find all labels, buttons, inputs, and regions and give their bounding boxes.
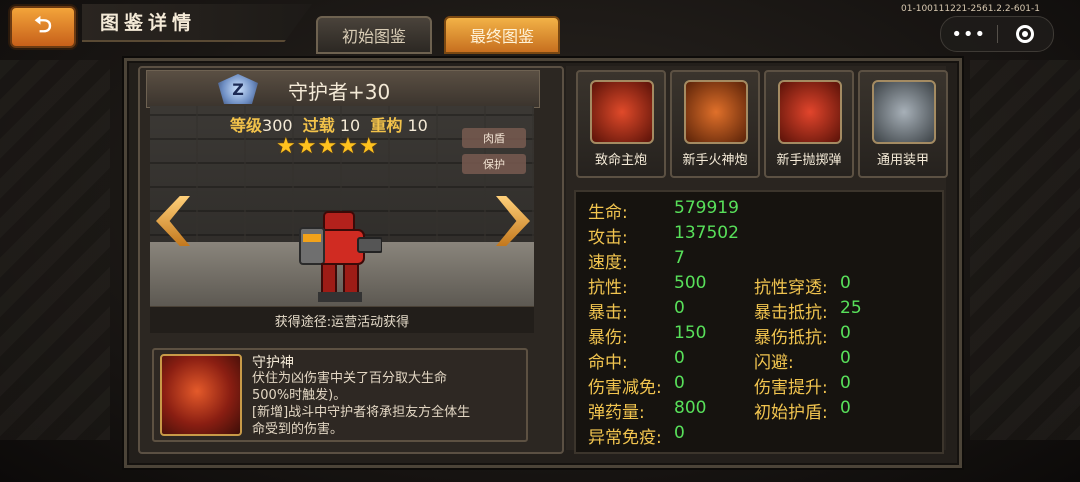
attr-damage-reduction: 伤害减免: 0	[588, 373, 685, 398]
overload-value: 10	[339, 116, 361, 135]
target-icon	[1016, 25, 1035, 43]
attr-crit-damage-resist: 暴伤抵抗: 0	[754, 323, 851, 348]
tag-protect: 保护	[462, 154, 526, 174]
attr-damage-boost: 伤害提升: 0	[754, 373, 851, 398]
attr-ammo: 弹药量: 800	[588, 398, 707, 423]
background-stripes-left	[0, 60, 110, 440]
attr-status-immunity: 异常免疫: 0	[588, 423, 685, 448]
hero-robot-image	[299, 211, 382, 302]
skill-desc-line: [新增]战斗中守护者将承担友方全体生	[252, 405, 471, 420]
page-title: 图鉴详情	[100, 12, 197, 34]
grenade-launcher-icon	[778, 80, 842, 144]
attr-speed: 速度: 7	[588, 248, 685, 273]
tag-tank: 肉盾	[462, 128, 526, 148]
equipment-label: 通用装甲	[876, 153, 929, 168]
attr-dodge: 闪避: 0	[754, 348, 851, 373]
close-program-button[interactable]	[997, 25, 1053, 43]
build-id: 01-100111221-2561.2.2-601-1	[901, 4, 1040, 14]
level-value: 300	[262, 116, 293, 135]
equipment-label: 新手火神炮	[682, 153, 748, 168]
attr-resistance: 抗性: 500	[588, 273, 707, 298]
rebuild-value: 10	[407, 116, 428, 135]
skill-desc-line: 伏住为凶伤害中关了百分取大生命	[252, 371, 448, 386]
attr-resistance-penetration: 抗性穿透: 0	[754, 273, 851, 298]
gatling-gun-icon	[684, 80, 748, 144]
equipment-label: 新手抛掷弹	[776, 153, 842, 168]
overload-label: 过载	[302, 116, 335, 135]
attr-crit-damage: 暴伤: 150	[588, 323, 707, 348]
skill-desc-line: 500%时触发)。	[252, 388, 347, 403]
tab-initial-codex[interactable]: 初始图鉴	[316, 16, 432, 54]
rebuild-label: 重构	[370, 116, 403, 135]
hero-name: 守护者+30	[288, 80, 391, 104]
back-arrow-icon: ⮌	[34, 13, 52, 38]
more-menu-button[interactable]: •••	[941, 24, 997, 45]
star-rating: ★★★★★	[276, 134, 380, 159]
attr-hp: 生命: 579919	[588, 198, 739, 223]
equipment-label: 致命主炮	[594, 153, 647, 168]
tab-final-codex[interactable]: 最终图鉴	[444, 16, 560, 54]
level-label: 等级	[230, 116, 263, 135]
skill-desc-line: 命受到的伤害。	[252, 422, 344, 437]
equipment-slot-grenade[interactable]: 新手抛掷弹	[764, 70, 854, 178]
equipment-slot-main-cannon[interactable]: 致命主炮	[576, 70, 666, 178]
attr-attack: 攻击: 137502	[588, 223, 739, 248]
attr-initial-shield: 初始护盾: 0	[754, 398, 851, 423]
armor-plate-icon	[872, 80, 936, 144]
attr-hit: 命中: 0	[588, 348, 685, 373]
equipment-slot-gatling[interactable]: 新手火神炮	[670, 70, 760, 178]
skill-name: 守护神	[252, 355, 294, 371]
acquire-source: 获得途径:运营活动获得	[150, 306, 534, 333]
equipment-slot-armor[interactable]: 通用装甲	[858, 70, 948, 178]
skill-description: 伏住为凶伤害中关了百分取大生命 500%时触发)。 [新增]战斗中守护者将承担友…	[252, 370, 518, 438]
cannon-shell-icon	[590, 80, 654, 144]
back-button[interactable]: ⮌	[10, 6, 76, 48]
attr-crit: 暴击: 0	[588, 298, 685, 323]
attr-crit-resist: 暴击抵抗: 25	[754, 298, 862, 323]
guardian-skill-icon[interactable]	[160, 354, 242, 436]
background-stripes-right	[970, 60, 1080, 440]
hero-stats-line: 等级300 过载 10 重构 10	[230, 112, 428, 136]
mini-program-capsule: •••	[940, 16, 1054, 52]
